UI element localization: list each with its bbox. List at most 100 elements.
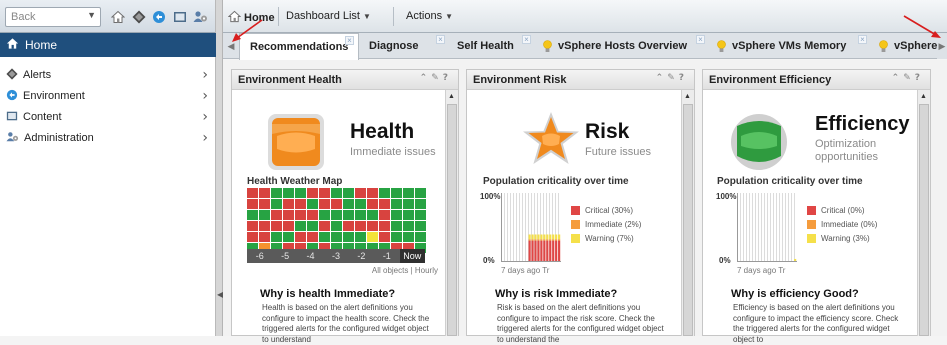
- tab-scroll-left-icon[interactable]: ◀: [225, 33, 237, 59]
- scroll-up-icon[interactable]: ▲: [920, 93, 927, 100]
- panel-splitter[interactable]: ◀: [216, 0, 223, 336]
- weather-map-cell[interactable]: [391, 188, 402, 198]
- timeline-step-now[interactable]: Now: [399, 249, 425, 263]
- weather-map-cell[interactable]: [283, 188, 294, 198]
- weather-map-cell[interactable]: [271, 188, 282, 198]
- weather-map-cell[interactable]: [307, 188, 318, 198]
- weather-map-cell[interactable]: [283, 210, 294, 220]
- alerts-icon[interactable]: [131, 9, 146, 24]
- weather-map-cell[interactable]: [331, 210, 342, 220]
- sidebar-item-alerts[interactable]: Alerts ›: [0, 65, 216, 85]
- weather-map-cell[interactable]: [307, 232, 318, 242]
- weather-map-cell[interactable]: [271, 210, 282, 220]
- efficiency-criticality-chart[interactable]: [737, 193, 797, 262]
- weather-map-cell[interactable]: [403, 232, 414, 242]
- weather-map-cell[interactable]: [379, 188, 390, 198]
- weather-map-cell[interactable]: [415, 188, 426, 198]
- scroll-up-icon[interactable]: ▲: [684, 93, 691, 100]
- tab-scroll-right-icon[interactable]: ▶: [937, 33, 947, 59]
- scroll-up-icon[interactable]: ▲: [448, 93, 455, 100]
- weather-map-cell[interactable]: [319, 232, 330, 242]
- weather-map-cell[interactable]: [283, 221, 294, 231]
- weather-map-cell[interactable]: [415, 232, 426, 242]
- help-icon[interactable]: ?: [679, 73, 688, 83]
- weather-map-cell[interactable]: [247, 232, 258, 242]
- scroll-thumb[interactable]: [683, 104, 693, 336]
- close-icon[interactable]: ×: [522, 35, 531, 44]
- weather-map-cell[interactable]: [295, 232, 306, 242]
- tab-diagnose[interactable]: Diagnose ×: [361, 33, 449, 59]
- close-icon[interactable]: ×: [436, 35, 445, 44]
- chevron-down-icon[interactable]: ▼: [87, 10, 96, 20]
- weather-map-cell[interactable]: [355, 210, 366, 220]
- home-button[interactable]: Home: [227, 10, 275, 26]
- weather-map-cell[interactable]: [343, 221, 354, 231]
- scroll-thumb[interactable]: [919, 104, 929, 336]
- weather-map-cell[interactable]: [403, 188, 414, 198]
- weather-map-cell[interactable]: [295, 199, 306, 209]
- weather-map-cell[interactable]: [331, 221, 342, 231]
- dashboard-list-menu[interactable]: Dashboard List ▼: [286, 10, 371, 22]
- weather-map-cell[interactable]: [271, 232, 282, 242]
- timeline-step[interactable]: -6: [247, 249, 272, 263]
- home-icon[interactable]: [110, 9, 125, 24]
- sidebar-item-content[interactable]: Content ›: [0, 107, 216, 127]
- weather-map-cell[interactable]: [319, 199, 330, 209]
- back-button[interactable]: Back ▼: [5, 7, 101, 27]
- timeline-step[interactable]: -1: [374, 249, 399, 263]
- weather-map-cell[interactable]: [295, 210, 306, 220]
- timeline-step[interactable]: -5: [272, 249, 297, 263]
- widget-scrollbar[interactable]: ▲: [917, 90, 930, 336]
- weather-map-cell[interactable]: [343, 188, 354, 198]
- weather-map-cell[interactable]: [295, 221, 306, 231]
- close-icon[interactable]: ×: [696, 35, 705, 44]
- weather-map-cell[interactable]: [259, 232, 270, 242]
- edit-pencil-icon[interactable]: ✎: [903, 73, 915, 83]
- weather-map-cell[interactable]: [271, 199, 282, 209]
- environment-icon[interactable]: [151, 9, 166, 24]
- weather-map-cell[interactable]: [271, 221, 282, 231]
- weather-map-cell[interactable]: [259, 210, 270, 220]
- weather-map-cell[interactable]: [355, 188, 366, 198]
- tab-vsphere-hosts-overview[interactable]: vSphere Hosts Overview ×: [537, 33, 709, 59]
- weather-map-cell[interactable]: [415, 199, 426, 209]
- weather-map-cell[interactable]: [319, 221, 330, 231]
- weather-map-cell[interactable]: [307, 210, 318, 220]
- help-icon[interactable]: ?: [443, 73, 452, 83]
- weather-map-cell[interactable]: [259, 221, 270, 231]
- weather-map-cell[interactable]: [343, 232, 354, 242]
- weather-map-cell[interactable]: [391, 199, 402, 209]
- weather-map-cell[interactable]: [355, 199, 366, 209]
- weather-map-cell[interactable]: [391, 232, 402, 242]
- weather-map-cell[interactable]: [367, 221, 378, 231]
- weather-map-cell[interactable]: [403, 199, 414, 209]
- weather-map-cell[interactable]: [319, 188, 330, 198]
- sidebar-item-administration[interactable]: Administration ›: [0, 128, 216, 148]
- weather-map-cell[interactable]: [415, 221, 426, 231]
- weather-map-cell[interactable]: [247, 199, 258, 209]
- collapse-icon[interactable]: ⌃: [420, 73, 432, 83]
- weather-map-cell[interactable]: [247, 221, 258, 231]
- health-weather-map[interactable]: [247, 188, 426, 253]
- timeline-step[interactable]: -2: [349, 249, 374, 263]
- scroll-thumb[interactable]: [447, 104, 457, 336]
- weather-map-cell[interactable]: [331, 232, 342, 242]
- weather-map-cell[interactable]: [259, 188, 270, 198]
- weather-map-cell[interactable]: [331, 199, 342, 209]
- help-icon[interactable]: ?: [915, 73, 924, 83]
- content-icon[interactable]: [172, 9, 187, 24]
- widget-scrollbar[interactable]: ▲: [681, 90, 694, 336]
- weather-map-cell[interactable]: [247, 210, 258, 220]
- weather-map-cell[interactable]: [343, 199, 354, 209]
- weather-map-cell[interactable]: [307, 199, 318, 209]
- weather-map-cell[interactable]: [295, 188, 306, 198]
- widget-scrollbar[interactable]: ▲: [445, 90, 458, 336]
- sidebar-item-home[interactable]: Home: [0, 33, 216, 57]
- weather-map-cell[interactable]: [319, 210, 330, 220]
- collapse-icon[interactable]: ⌃: [656, 73, 668, 83]
- actions-menu[interactable]: Actions ▼: [406, 10, 453, 22]
- edit-pencil-icon[interactable]: ✎: [431, 73, 443, 83]
- weather-map-cell[interactable]: [415, 210, 426, 220]
- tab-vsphere-vms-memory[interactable]: vSphere VMs Memory ×: [711, 33, 871, 59]
- weather-map-cell[interactable]: [355, 221, 366, 231]
